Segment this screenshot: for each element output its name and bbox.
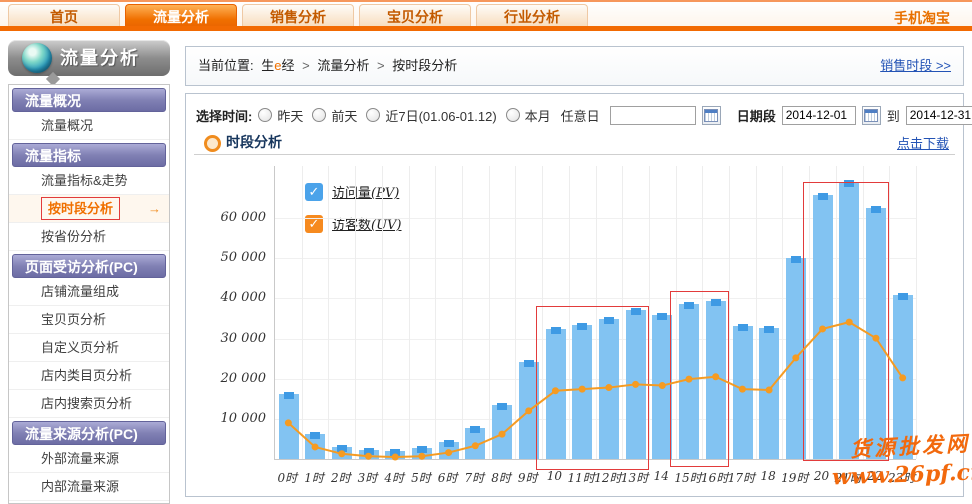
breadcrumb-separator: > (302, 58, 310, 73)
calendar-icon[interactable] (702, 106, 721, 125)
sidebar-item[interactable]: 外部流量来源 (9, 445, 169, 473)
to-label: 到 (887, 106, 900, 125)
sidebar-item[interactable]: 宝贝页分析 (9, 306, 169, 334)
anyday-input[interactable] (610, 106, 696, 125)
start-date-input[interactable] (782, 106, 856, 125)
radio-button[interactable] (258, 108, 272, 122)
x-axis-label: 23时 (887, 469, 917, 486)
x-axis-label: 16时 (700, 469, 730, 486)
sidebar-section-header[interactable]: 流量概况 (12, 88, 166, 112)
top-navigation: 首页流量分析销售分析宝贝分析行业分析 手机淘宝 (0, 0, 972, 28)
x-axis-label: 0时 (272, 469, 302, 486)
bullet-icon (204, 135, 221, 152)
y-axis-label: 10 000 (204, 411, 266, 426)
y-axis-label: 40 000 (204, 290, 266, 305)
end-date-input[interactable] (906, 106, 972, 125)
x-axis-label: 15时 (673, 469, 703, 486)
x-axis-label: 1时 (299, 469, 329, 486)
sidebar-section-header[interactable]: 流量指标 (12, 143, 166, 167)
sidebar-item[interactable]: 自定义页分析 (9, 334, 169, 362)
arrow-right-icon: → (148, 195, 161, 222)
sidebar-item[interactable]: 店内类目页分析 (9, 362, 169, 390)
radio-group: 昨天 前天 近7日(01.06-01.12) 本月 (258, 106, 554, 125)
x-axis-label: 22 (860, 469, 890, 483)
sidebar-section-header[interactable]: 页面受访分析(PC) (12, 254, 166, 278)
breadcrumb-site-e: e (274, 58, 281, 73)
sidebar-title-bar: 流量分析 (8, 40, 170, 76)
sidebar-title: 流量分析 (60, 40, 140, 76)
x-axis-label: 18 (753, 469, 783, 483)
breadcrumb: 当前位置: 生e经 > 流量分析 > 按时段分析 (198, 47, 457, 85)
breadcrumb-separator: > (377, 58, 385, 73)
x-axis-label: 8时 (486, 469, 516, 486)
traffic-sphere-icon (22, 43, 52, 73)
sidebar-item[interactable]: 流量概况 (9, 112, 169, 140)
sidebar-item[interactable]: 店内搜索页分析 (9, 390, 169, 418)
mobile-taobao-link[interactable]: 手机淘宝 (894, 8, 950, 28)
x-axis-label: 2时 (326, 469, 356, 486)
section-title: 时段分析 (226, 132, 282, 152)
radio-label[interactable]: 昨天 (277, 106, 303, 125)
sales-hour-link[interactable]: 销售时段 >> (880, 47, 951, 85)
main-panel: 选择时间: 昨天 前天 近7日(01.06-01.12) 本月 任意日 日期段 到 时… (185, 93, 964, 497)
radio-button[interactable] (312, 108, 326, 122)
x-axis-label: 5时 (406, 469, 436, 486)
anyday-label: 任意日 (561, 106, 600, 125)
nav-bottom-bar (0, 26, 972, 31)
x-axis-label: 7时 (459, 469, 489, 486)
x-axis-label: 20 (807, 469, 837, 483)
radio-label[interactable]: 近7日(01.06-01.12) (385, 106, 496, 125)
x-axis-label: 4时 (379, 469, 409, 486)
radio-label[interactable]: 本月 (525, 106, 551, 125)
radio-label[interactable]: 前天 (331, 106, 357, 125)
radio-button[interactable] (506, 108, 520, 122)
x-axis-label: 19时 (780, 469, 810, 486)
breadcrumb-item-traffic[interactable]: 流量分析 (317, 58, 369, 73)
x-axis-label: 10 (539, 469, 569, 483)
sidebar-item[interactable]: 按省份分析 (9, 223, 169, 251)
y-axis-label: 50 000 (204, 250, 266, 265)
x-axis-label: 9时 (513, 469, 543, 486)
breadcrumb-item-hour: 按时段分析 (392, 58, 457, 73)
plot-area: ✓ 访问量(PV) ✓ 访客数(UV) (274, 166, 916, 460)
radio-button[interactable] (366, 108, 380, 122)
sidebar-item[interactable]: 流量指标&走势 (9, 167, 169, 195)
sidebar-item[interactable]: 按时段分析→ (9, 195, 169, 223)
sidebar-item[interactable]: 内部流量来源 (9, 473, 169, 501)
breadcrumb-site: 生 (261, 58, 274, 73)
x-axis-label: 14 (646, 469, 676, 483)
x-axis-label: 21时 (833, 469, 863, 486)
filter-label: 选择时间: (196, 106, 252, 125)
sidebar-item[interactable]: 店铺流量组成 (9, 278, 169, 306)
sidebar-section-header[interactable]: 流量来源分析(PC) (12, 421, 166, 445)
section-divider (194, 154, 955, 155)
y-axis-label: 60 000 (204, 210, 266, 225)
gridline (916, 166, 917, 459)
calendar-icon[interactable] (862, 106, 881, 125)
x-axis-label: 17时 (726, 469, 756, 486)
download-link[interactable]: 点击下载 (897, 133, 949, 152)
x-axis-label: 6时 (433, 469, 463, 486)
y-axis-label: 20 000 (204, 371, 266, 386)
breadcrumb-site-post: 经 (282, 58, 295, 73)
range-label: 日期段 (737, 106, 776, 125)
x-axis-label: 3时 (352, 469, 382, 486)
y-axis-label: 30 000 (204, 331, 266, 346)
section-header: 时段分析 点击下载 (186, 132, 963, 154)
x-axis-label: 11时 (566, 469, 596, 486)
uv-line (275, 166, 916, 459)
sidebar-menu: 流量概况流量概况流量指标流量指标&走势按时段分析→按省份分析页面受访分析(PC)… (8, 84, 170, 504)
time-filter-row: 选择时间: 昨天 前天 近7日(01.06-01.12) 本月 任意日 日期段 到 (196, 102, 972, 128)
x-axis-label: 12时 (593, 469, 623, 486)
x-axis-label: 13时 (620, 469, 650, 486)
breadcrumb-label: 当前位置: (198, 58, 254, 73)
breadcrumb-bar: 当前位置: 生e经 > 流量分析 > 按时段分析 销售时段 >> (185, 46, 964, 86)
